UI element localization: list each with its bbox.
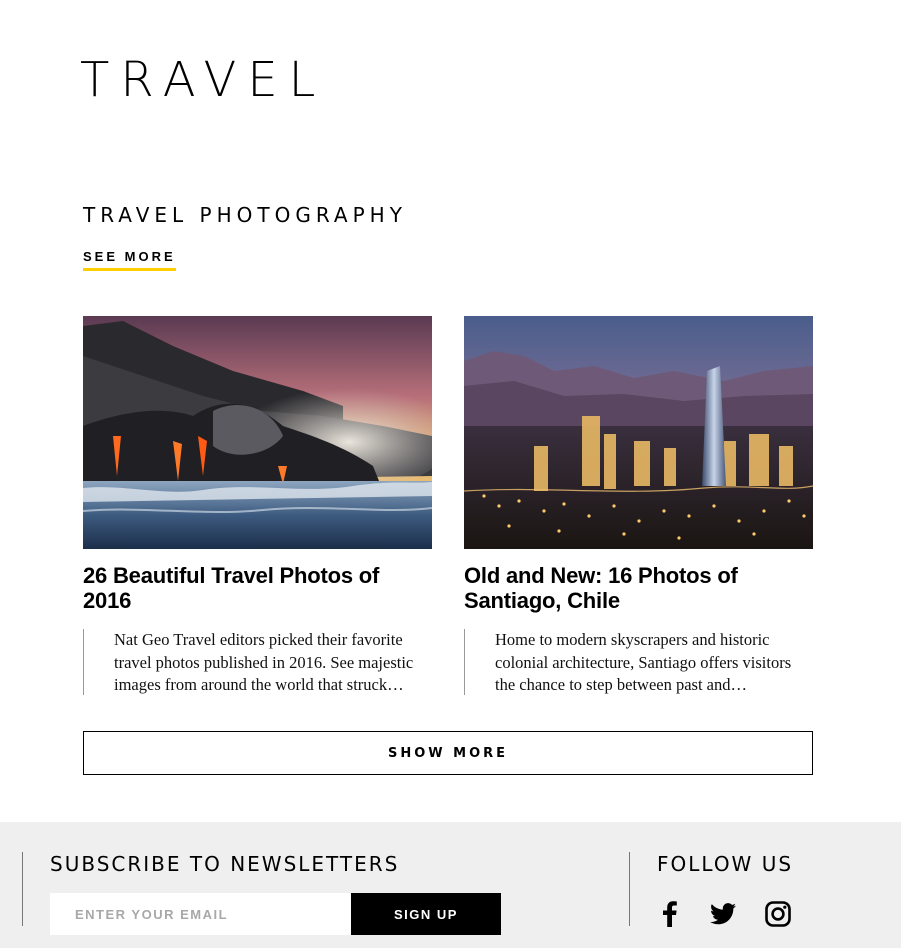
article-photo-lava[interactable] — [83, 316, 432, 549]
section-title: TRAVEL PHOTOGRAPHY — [83, 203, 407, 227]
article-photo-santiago[interactable] — [464, 316, 813, 549]
article-card: Old and New: 16 Photos of Santiago, Chil… — [464, 316, 813, 695]
divider — [22, 852, 23, 926]
newsletter-footer: SUBSCRIBE TO NEWSLETTERS SIGN UP FOLLOW … — [0, 822, 901, 948]
article-description: Home to modern skyscrapers and historic … — [464, 629, 813, 695]
article-description: Nat Geo Travel editors picked their favo… — [83, 629, 432, 695]
divider — [629, 852, 630, 926]
site-brand-title[interactable]: TRAVEL — [80, 52, 326, 108]
subscribe-title: SUBSCRIBE TO NEWSLETTERS — [50, 852, 400, 876]
instagram-icon[interactable] — [764, 900, 792, 928]
show-more-button[interactable]: SHOW MORE — [83, 731, 813, 775]
follow-us-title: FOLLOW US — [657, 852, 794, 876]
article-card: 26 Beautiful Travel Photos of 2016 Nat G… — [83, 316, 432, 695]
see-more-link[interactable]: SEE MORE — [83, 249, 176, 271]
email-input[interactable] — [50, 893, 351, 935]
article-title[interactable]: 26 Beautiful Travel Photos of 2016 — [83, 563, 432, 613]
article-title[interactable]: Old and New: 16 Photos of Santiago, Chil… — [464, 563, 813, 613]
sign-up-button[interactable]: SIGN UP — [351, 893, 501, 935]
twitter-icon[interactable] — [709, 900, 737, 928]
facebook-icon[interactable] — [656, 900, 684, 928]
